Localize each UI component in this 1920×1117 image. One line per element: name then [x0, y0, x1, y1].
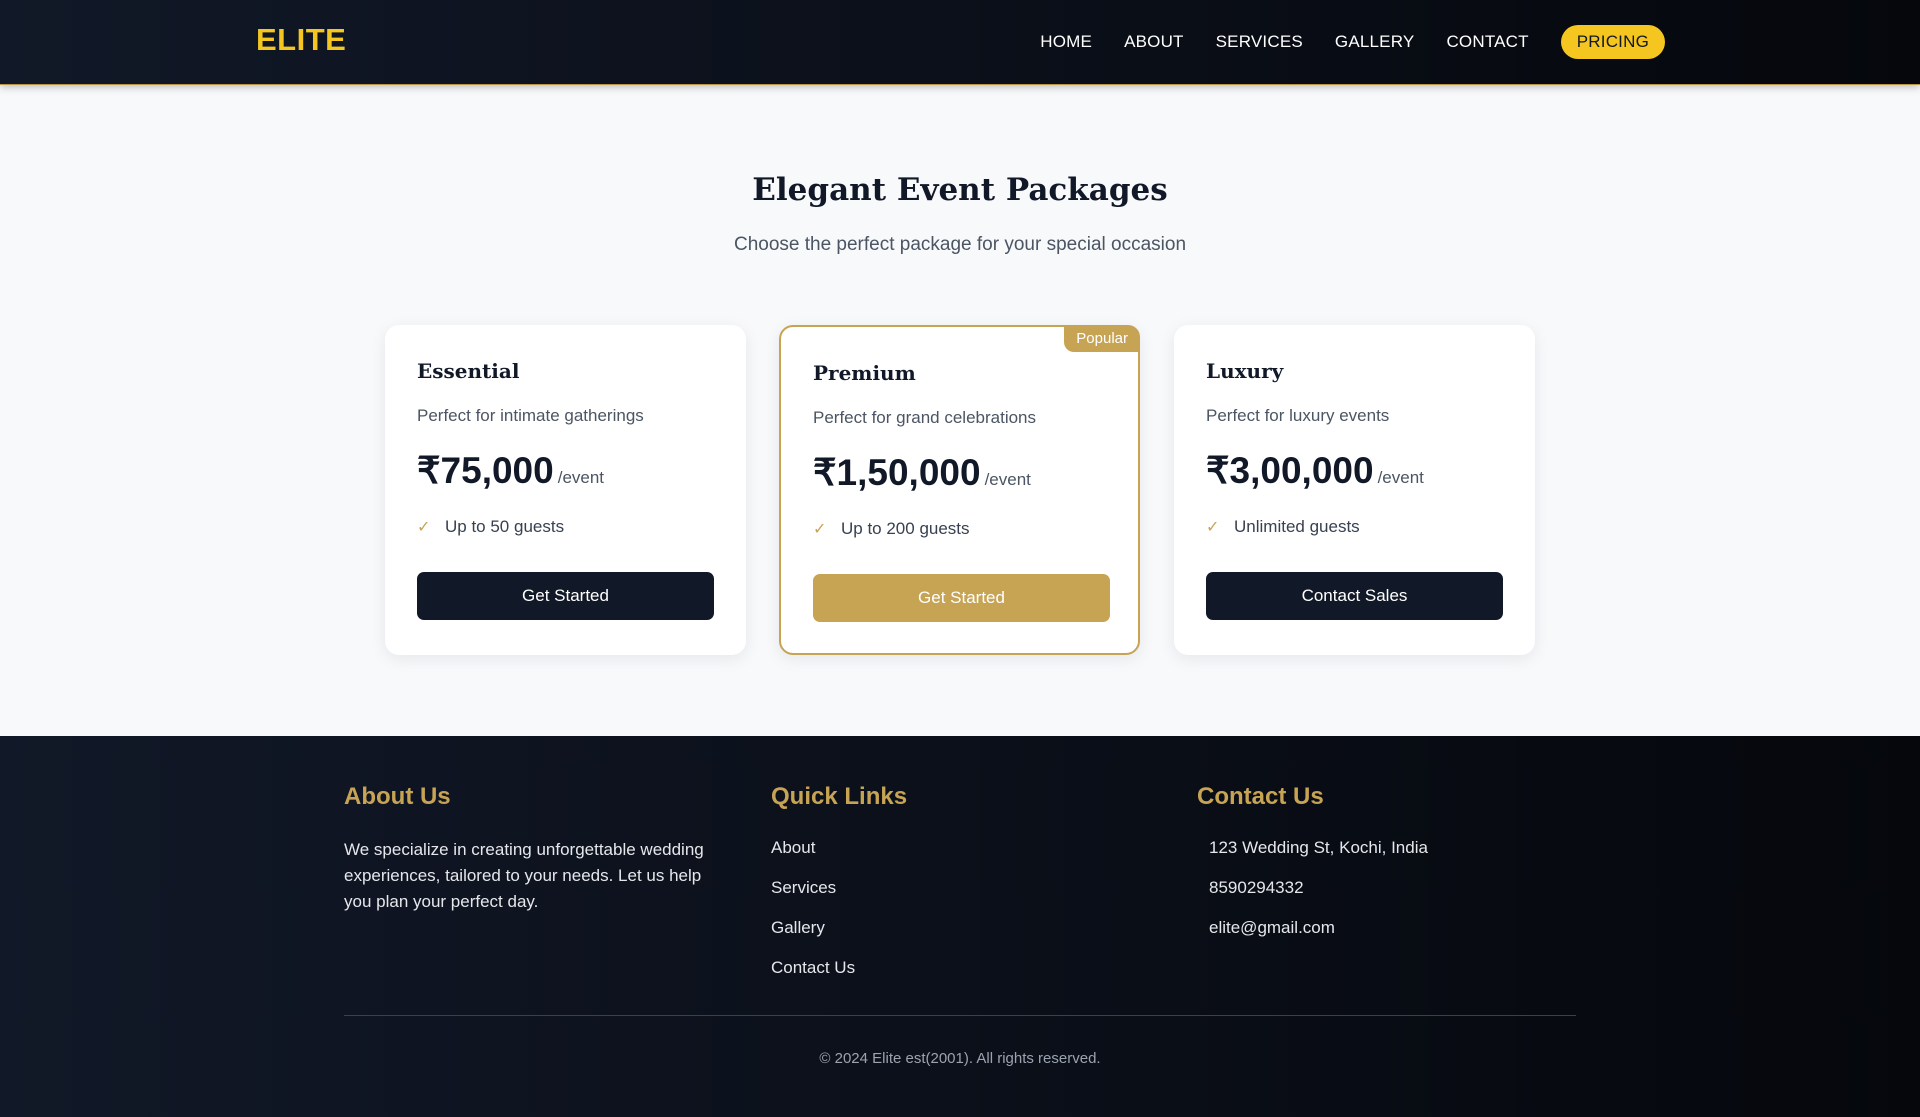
footer-quick-links: Quick Links About Services Gallery Conta…	[771, 783, 907, 998]
footer-link-about[interactable]: About	[771, 838, 907, 878]
footer-contact-list: 123 Wedding St, Kochi, India 8590294332 …	[1197, 838, 1428, 958]
footer-about: About Us We specialize in creating unfor…	[344, 783, 714, 915]
footer-link-services[interactable]: Services	[771, 878, 907, 918]
footer-contact-heading: Contact Us	[1197, 783, 1324, 810]
get-started-button[interactable]: Get Started	[813, 574, 1110, 622]
check-icon: ✓	[813, 521, 827, 538]
contact-email[interactable]: elite@gmail.com	[1197, 918, 1428, 958]
check-icon: ✓	[1206, 519, 1220, 536]
nav-contact[interactable]: CONTACT	[1446, 32, 1528, 52]
nav-about[interactable]: ABOUT	[1124, 32, 1184, 52]
package-name: Premium	[813, 361, 916, 385]
nav-home[interactable]: HOME	[1040, 32, 1092, 52]
footer-about-text: We specialize in creating unforgettable …	[344, 840, 704, 911]
package-price: ₹1,50,000/event	[813, 451, 1031, 494]
feature-item: ✓ Up to 200 guests	[813, 519, 970, 539]
contact-sales-button[interactable]: Contact Sales	[1206, 572, 1503, 620]
package-description: Perfect for luxury events	[1206, 406, 1390, 425]
nav-pricing-active[interactable]: PRICING	[1560, 25, 1665, 59]
package-name: Luxury	[1206, 359, 1284, 383]
price-period: /event	[1377, 468, 1424, 487]
footer-contact: Contact Us 123 Wedding St, Kochi, India …	[1197, 783, 1428, 958]
footer-link-contact[interactable]: Contact Us	[771, 958, 907, 998]
feature-item: ✓ Up to 50 guests	[417, 517, 564, 537]
page-title: Elegant Event Packages	[752, 172, 1168, 208]
footer-divider	[344, 1015, 1576, 1016]
contact-address: 123 Wedding St, Kochi, India	[1209, 838, 1428, 857]
feature-label: Unlimited guests	[1234, 517, 1360, 536]
price-amount: ₹3,00,000	[1206, 450, 1374, 491]
site-header: ELITE HOME ABOUT SERVICES GALLERY CONTAC…	[0, 0, 1920, 85]
package-card-premium: Popular Premium Perfect for grand celebr…	[779, 325, 1140, 655]
footer-links-list: About Services Gallery Contact Us	[771, 838, 907, 998]
feature-item: ✓ Unlimited guests	[1206, 517, 1360, 537]
popular-badge: Popular	[1064, 325, 1140, 352]
nav-services[interactable]: SERVICES	[1216, 32, 1303, 52]
feature-label: Up to 50 guests	[445, 517, 565, 536]
logo[interactable]: ELITE	[256, 22, 346, 58]
feature-label: Up to 200 guests	[841, 519, 970, 538]
contact-phone[interactable]: 8590294332	[1197, 878, 1428, 918]
package-description: Perfect for grand celebrations	[813, 408, 1037, 427]
price-amount: ₹1,50,000	[813, 452, 981, 493]
price-period: /event	[557, 468, 605, 487]
copyright: © 2024 Elite est(2001). All rights reser…	[819, 1050, 1101, 1067]
package-price: ₹3,00,000/event	[1206, 449, 1424, 492]
site-footer: About Us We specialize in creating unfor…	[0, 736, 1920, 1117]
footer-link-gallery[interactable]: Gallery	[771, 918, 907, 958]
package-card-essential: Essential Perfect for intimate gathering…	[385, 325, 746, 655]
footer-about-heading: About Us	[344, 783, 451, 810]
package-card-luxury: Luxury Perfect for luxury events ₹3,00,0…	[1174, 325, 1535, 655]
price-amount: ₹75,000	[417, 450, 554, 491]
price-period: /event	[984, 470, 1031, 489]
page-subtitle: Choose the perfect package for your spec…	[733, 234, 1187, 255]
footer-links-heading: Quick Links	[771, 783, 908, 810]
package-price: ₹75,000/event	[417, 449, 604, 492]
nav-gallery[interactable]: GALLERY	[1335, 32, 1415, 52]
check-icon: ✓	[417, 519, 431, 536]
package-description: Perfect for intimate gatherings	[417, 406, 644, 425]
package-name: Essential	[417, 359, 520, 383]
main-nav: HOME ABOUT SERVICES GALLERY CONTACT PRIC…	[1008, 25, 1665, 59]
get-started-button[interactable]: Get Started	[417, 572, 714, 620]
